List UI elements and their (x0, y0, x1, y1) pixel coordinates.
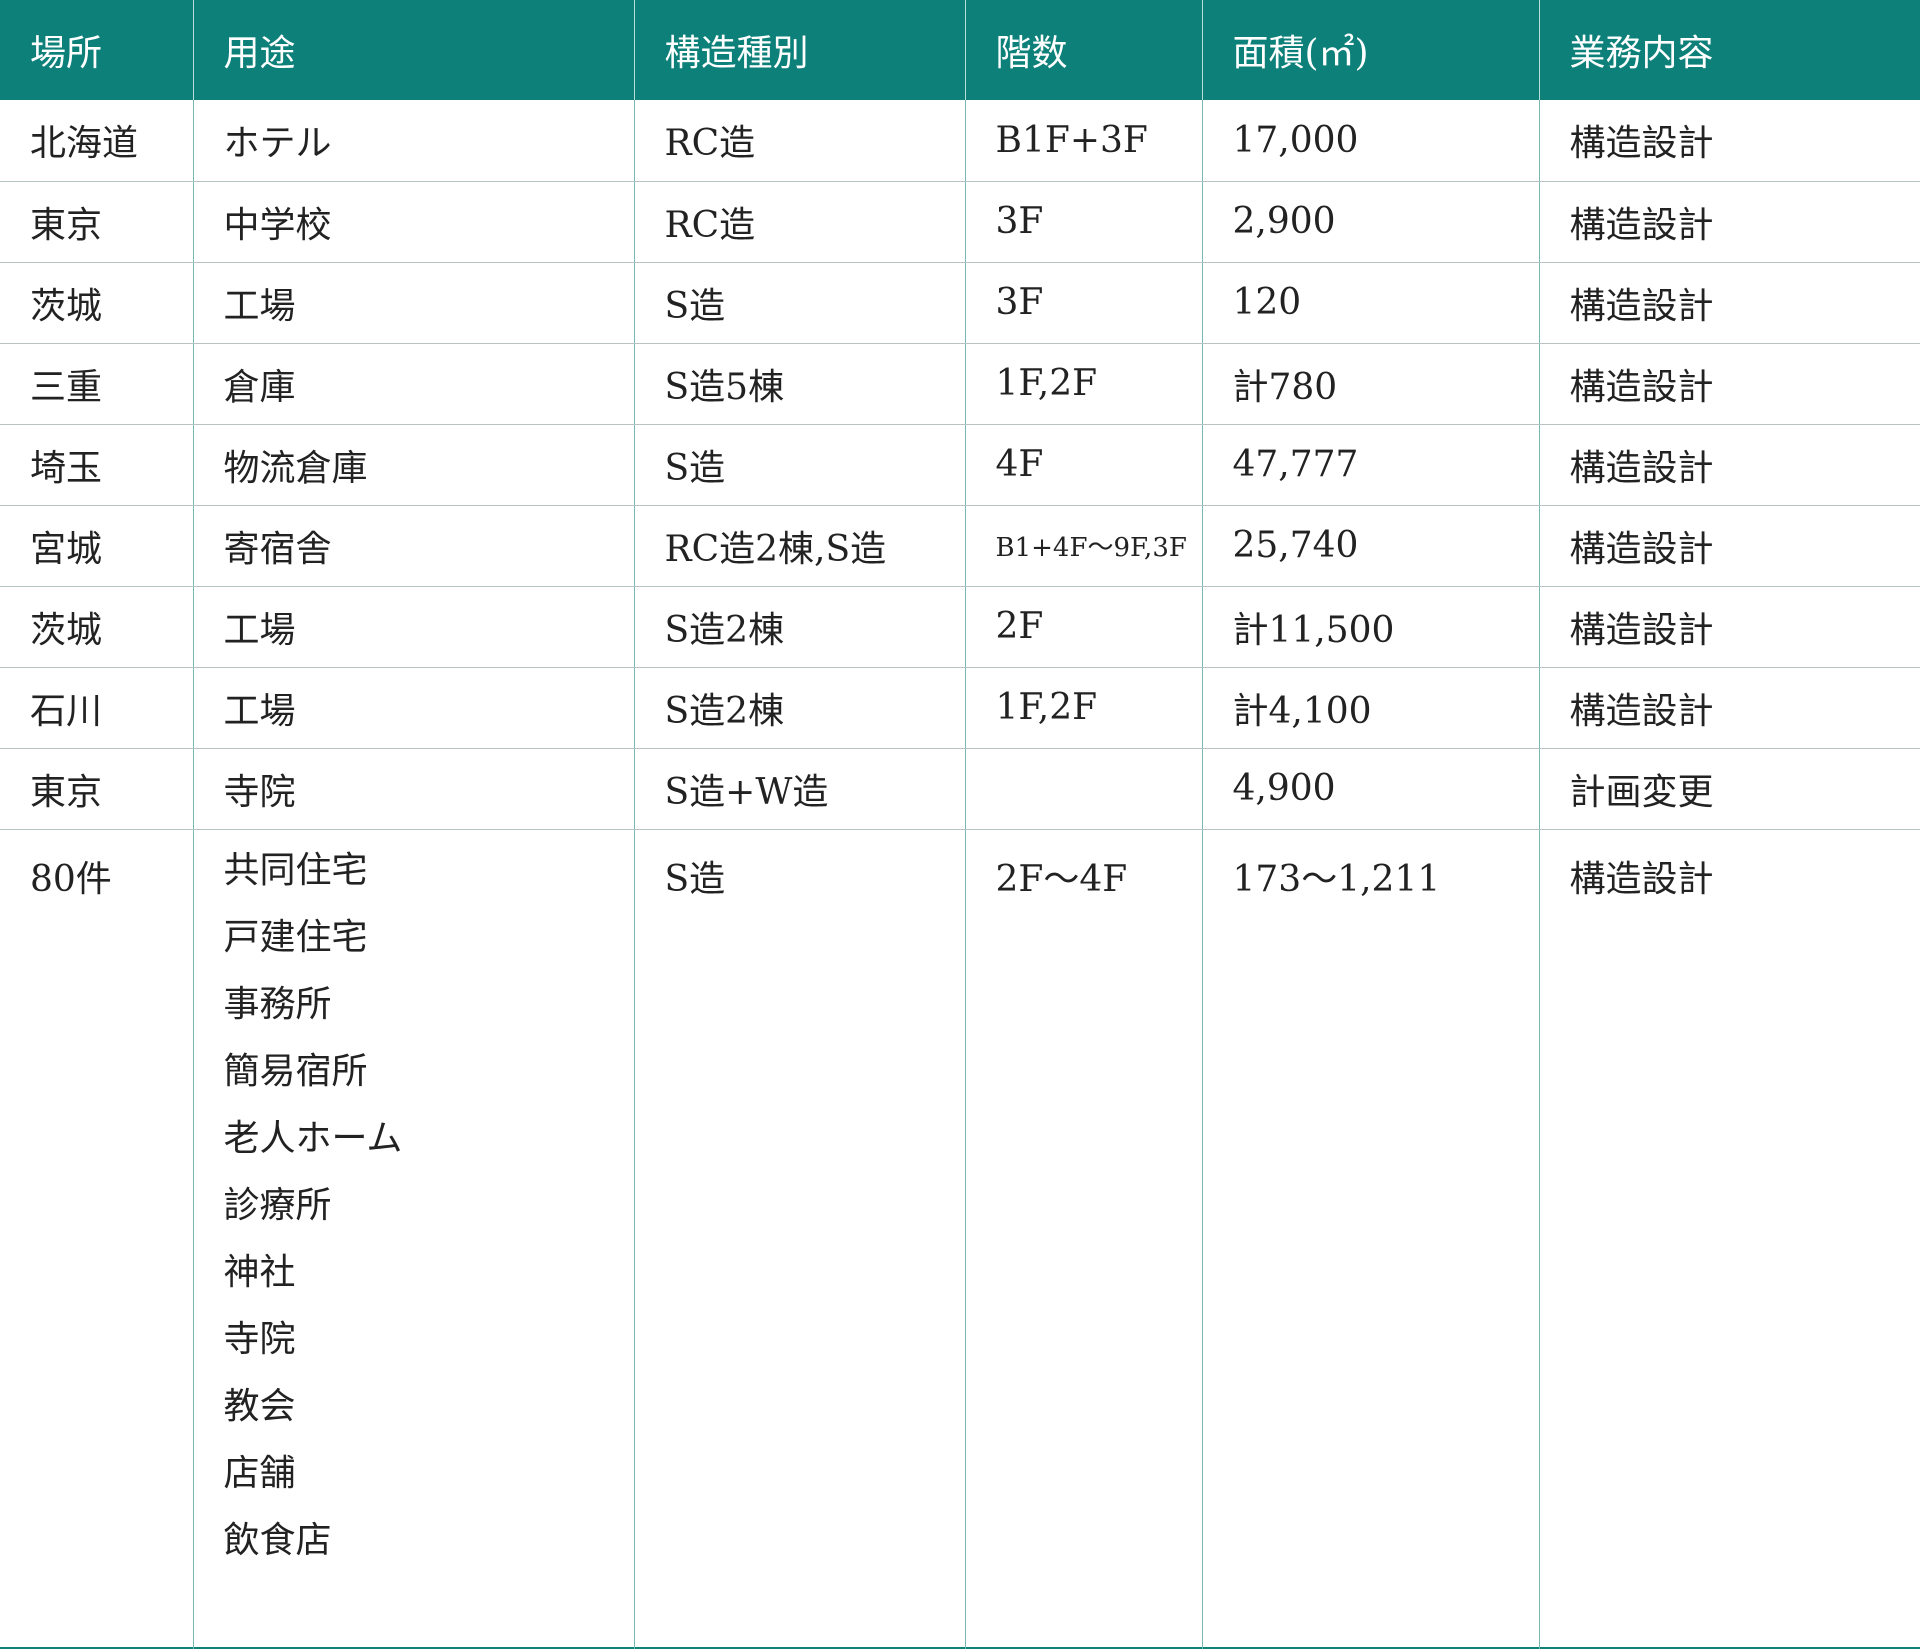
cell-place: 石川 (0, 667, 194, 749)
cell-work: 構造設計 (1539, 424, 1920, 506)
cell-floors: 3F (965, 181, 1203, 263)
cell-structure: S造2棟 (634, 667, 966, 749)
cell-place: 三重 (0, 343, 194, 425)
cell-structure: S造 (634, 424, 966, 506)
use-list-item: 飲食店 (223, 1519, 332, 1561)
cell-work: 構造設計 (1539, 505, 1920, 587)
cell-place: 宮城 (0, 505, 194, 587)
cell-area: 2,900 (1202, 181, 1540, 263)
cell-use: 物流倉庫 (193, 424, 635, 506)
cell-floors: 1F,2F (965, 343, 1203, 425)
cell-structure: S造 (634, 262, 966, 344)
use-list-item: 戸建住宅 (223, 916, 368, 958)
cell-use: 倉庫 (193, 343, 635, 425)
cell-use: 寺院 (193, 748, 635, 830)
cell-area: 計4,100 (1202, 667, 1540, 749)
table-header: 場所 用途 構造種別 階数 面積(㎡) 業務内容 (0, 0, 1920, 100)
cell-place: 80件 (0, 829, 194, 1649)
cell-floors: 1F,2F (965, 667, 1203, 749)
table-row-summary: 80件 共同住宅 戸建住宅 事務所 簡易宿所 老人ホーム 診療所 神社 寺院 教… (0, 829, 1920, 1649)
cell-structure: S造+W造 (634, 748, 966, 830)
use-list-item: 神社 (223, 1251, 296, 1293)
use-list-item: 共同住宅 (223, 849, 368, 891)
cell-structure: RC造 (634, 181, 966, 263)
cell-structure: RC造 (634, 100, 966, 182)
cell-structure: S造5棟 (634, 343, 966, 425)
header-area: 面積(㎡) (1202, 0, 1540, 100)
cell-floors: 2F～4F (965, 829, 1203, 1649)
header-work: 業務内容 (1539, 0, 1920, 100)
cell-area: 173～1,211 (1202, 829, 1540, 1649)
header-floors: 階数 (965, 0, 1203, 100)
cell-structure: S造 (634, 829, 966, 1649)
use-list-item: 老人ホーム (223, 1117, 403, 1159)
cell-use-list: 共同住宅 戸建住宅 事務所 簡易宿所 老人ホーム 診療所 神社 寺院 教会 店舗… (193, 829, 635, 1649)
cell-place: 埼玉 (0, 424, 194, 506)
cell-use: ホテル (193, 100, 635, 182)
cell-place: 東京 (0, 748, 194, 830)
cell-work: 構造設計 (1539, 586, 1920, 668)
cell-work: 構造設計 (1539, 100, 1920, 182)
cell-use: 工場 (193, 262, 635, 344)
use-list-item: 簡易宿所 (223, 1050, 368, 1092)
table-row: 東京 寺院 S造+W造 4,900 計画変更 (0, 748, 1920, 830)
header-place: 場所 (0, 0, 194, 100)
header-row: 場所 用途 構造種別 階数 面積(㎡) 業務内容 (0, 0, 1920, 100)
cell-place: 茨城 (0, 262, 194, 344)
use-list-item: 寺院 (223, 1318, 296, 1360)
cell-area: 25,740 (1202, 505, 1540, 587)
use-list-item: 事務所 (223, 983, 332, 1025)
cell-work: 構造設計 (1539, 181, 1920, 263)
cell-use: 中学校 (193, 181, 635, 263)
cell-area: 17,000 (1202, 100, 1540, 182)
table-row: 北海道 ホテル RC造 B1F+3F 17,000 構造設計 (0, 100, 1920, 182)
cell-area: 47,777 (1202, 424, 1540, 506)
table-row: 埼玉 物流倉庫 S造 4F 47,777 構造設計 (0, 424, 1920, 506)
cell-work: 構造設計 (1539, 667, 1920, 749)
use-list-item: 診療所 (223, 1184, 332, 1226)
table-row: 茨城 工場 S造 3F 120 構造設計 (0, 262, 1920, 344)
project-table: 場所 用途 構造種別 階数 面積(㎡) 業務内容 北海道 ホテル RC造 B1F… (0, 0, 1920, 1649)
cell-structure: RC造2棟,S造 (634, 505, 966, 587)
table-row: 東京 中学校 RC造 3F 2,900 構造設計 (0, 181, 1920, 263)
table-row: 石川 工場 S造2棟 1F,2F 計4,100 構造設計 (0, 667, 1920, 749)
table-row: 三重 倉庫 S造5棟 1F,2F 計780 構造設計 (0, 343, 1920, 425)
cell-floors: 2F (965, 586, 1203, 668)
cell-work: 構造設計 (1539, 343, 1920, 425)
use-list: 共同住宅 戸建住宅 事務所 簡易宿所 老人ホーム 診療所 神社 寺院 教会 店舗… (224, 850, 634, 1587)
cell-floors: B1F+3F (965, 100, 1203, 182)
cell-use: 工場 (193, 667, 635, 749)
cell-area: 120 (1202, 262, 1540, 344)
table-body: 北海道 ホテル RC造 B1F+3F 17,000 構造設計 東京 中学校 RC… (0, 100, 1920, 1649)
cell-area: 計11,500 (1202, 586, 1540, 668)
table-row: 宮城 寄宿舎 RC造2棟,S造 B1+4F～9F,3F 25,740 構造設計 (0, 505, 1920, 587)
cell-work: 構造設計 (1539, 262, 1920, 344)
cell-floors: B1+4F～9F,3F (965, 505, 1203, 587)
header-use: 用途 (193, 0, 635, 100)
cell-area: 計780 (1202, 343, 1540, 425)
cell-area: 4,900 (1202, 748, 1540, 830)
cell-floors (965, 748, 1203, 830)
cell-use: 工場 (193, 586, 635, 668)
cell-structure: S造2棟 (634, 586, 966, 668)
cell-work: 計画変更 (1539, 748, 1920, 830)
cell-place: 東京 (0, 181, 194, 263)
header-structure: 構造種別 (634, 0, 966, 100)
table-row: 茨城 工場 S造2棟 2F 計11,500 構造設計 (0, 586, 1920, 668)
project-table-container: 場所 用途 構造種別 階数 面積(㎡) 業務内容 北海道 ホテル RC造 B1F… (0, 0, 1920, 1649)
use-list-item: 教会 (223, 1385, 296, 1427)
cell-place: 北海道 (0, 100, 194, 182)
cell-floors: 3F (965, 262, 1203, 344)
cell-use: 寄宿舎 (193, 505, 635, 587)
use-list-item: 店舗 (223, 1452, 296, 1494)
cell-place: 茨城 (0, 586, 194, 668)
cell-work: 構造設計 (1569, 858, 1714, 900)
cell-floors: 4F (965, 424, 1203, 506)
